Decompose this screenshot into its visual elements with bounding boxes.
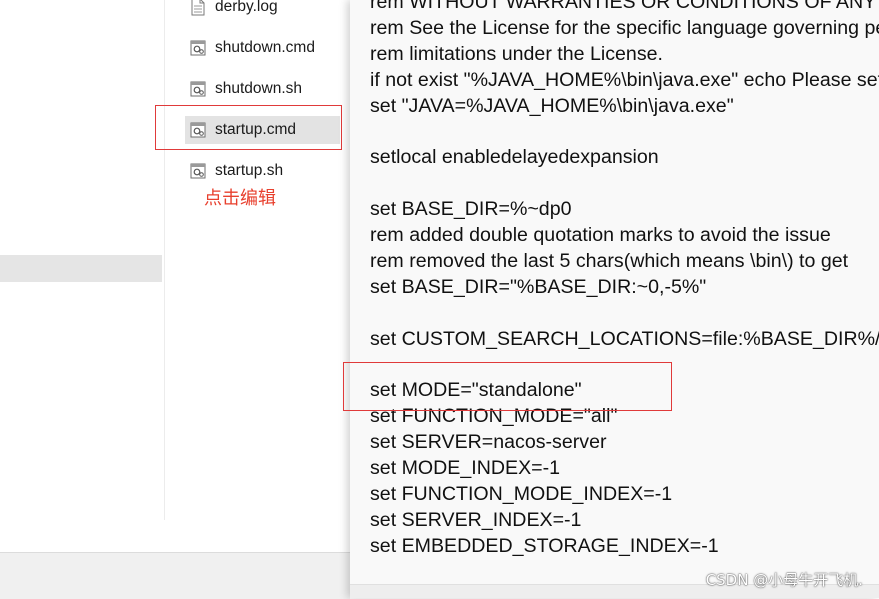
code-line: set EMBEDDED_STORAGE_INDEX=-1	[370, 534, 719, 557]
code-line: if not exist "%JAVA_HOME%\bin\java.exe" …	[370, 68, 879, 91]
explorer-status-area	[0, 552, 350, 599]
code-line: rem WITHOUT WARRANTIES OR CONDITIONS OF …	[370, 0, 879, 13]
file-explorer: derby.log shutdown.cmd shutdown.sh start…	[0, 0, 350, 552]
text-file-icon	[190, 0, 206, 16]
nav-pane-selected-item[interactable]	[0, 255, 162, 282]
highlight-box-startup-cmd	[155, 105, 342, 150]
code-line: set CUSTOM_SEARCH_LOCATIONS=file:%BASE_D…	[370, 327, 879, 350]
code-line: set "JAVA=%JAVA_HOME%\bin\java.exe"	[370, 94, 734, 117]
editor-text-area[interactable]: rem WITHOUT WARRANTIES OR CONDITIONS OF …	[370, 0, 879, 560]
code-line: rem See the License for the specific lan…	[370, 16, 879, 39]
code-line: set FUNCTION_MODE_INDEX=-1	[370, 482, 673, 505]
code-line: rem removed the last 5 chars(which means…	[370, 249, 849, 272]
gear-script-icon	[190, 162, 206, 180]
highlight-box-mode-line	[343, 362, 672, 411]
file-item-derby-log[interactable]: derby.log	[185, 0, 340, 21]
file-name: shutdown.sh	[215, 80, 303, 97]
file-item-shutdown-cmd[interactable]: shutdown.cmd	[185, 34, 340, 62]
file-name: startup.sh	[215, 162, 284, 179]
file-item-shutdown-sh[interactable]: shutdown.sh	[185, 75, 340, 103]
code-line: rem added double quotation marks to avoi…	[370, 224, 831, 247]
gear-script-icon	[190, 39, 206, 57]
file-list: derby.log shutdown.cmd shutdown.sh start…	[185, 0, 350, 200]
code-line: set BASE_DIR=%~dp0	[370, 198, 572, 221]
file-name: shutdown.cmd	[215, 39, 315, 56]
pane-divider[interactable]	[164, 0, 165, 520]
code-line: set BASE_DIR="%BASE_DIR:~0,-5%"	[370, 275, 707, 298]
text-editor-window[interactable]: rem WITHOUT WARRANTIES OR CONDITIONS OF …	[350, 0, 879, 598]
gear-script-icon	[190, 80, 206, 98]
code-line: set MODE_INDEX=-1	[370, 457, 561, 480]
code-line: setlocal enabledelayedexpansion	[370, 146, 659, 169]
file-name: derby.log	[215, 0, 278, 15]
code-line: set SERVER=nacos-server	[370, 431, 607, 454]
code-line: set SERVER_INDEX=-1	[370, 508, 582, 531]
annotation-click-edit: 点击编辑	[204, 188, 276, 209]
watermark: CSDN @小母牛开飞机.	[705, 571, 863, 589]
file-item-startup-sh[interactable]: startup.sh	[185, 157, 340, 185]
code-line: rem limitations under the License.	[370, 42, 663, 65]
